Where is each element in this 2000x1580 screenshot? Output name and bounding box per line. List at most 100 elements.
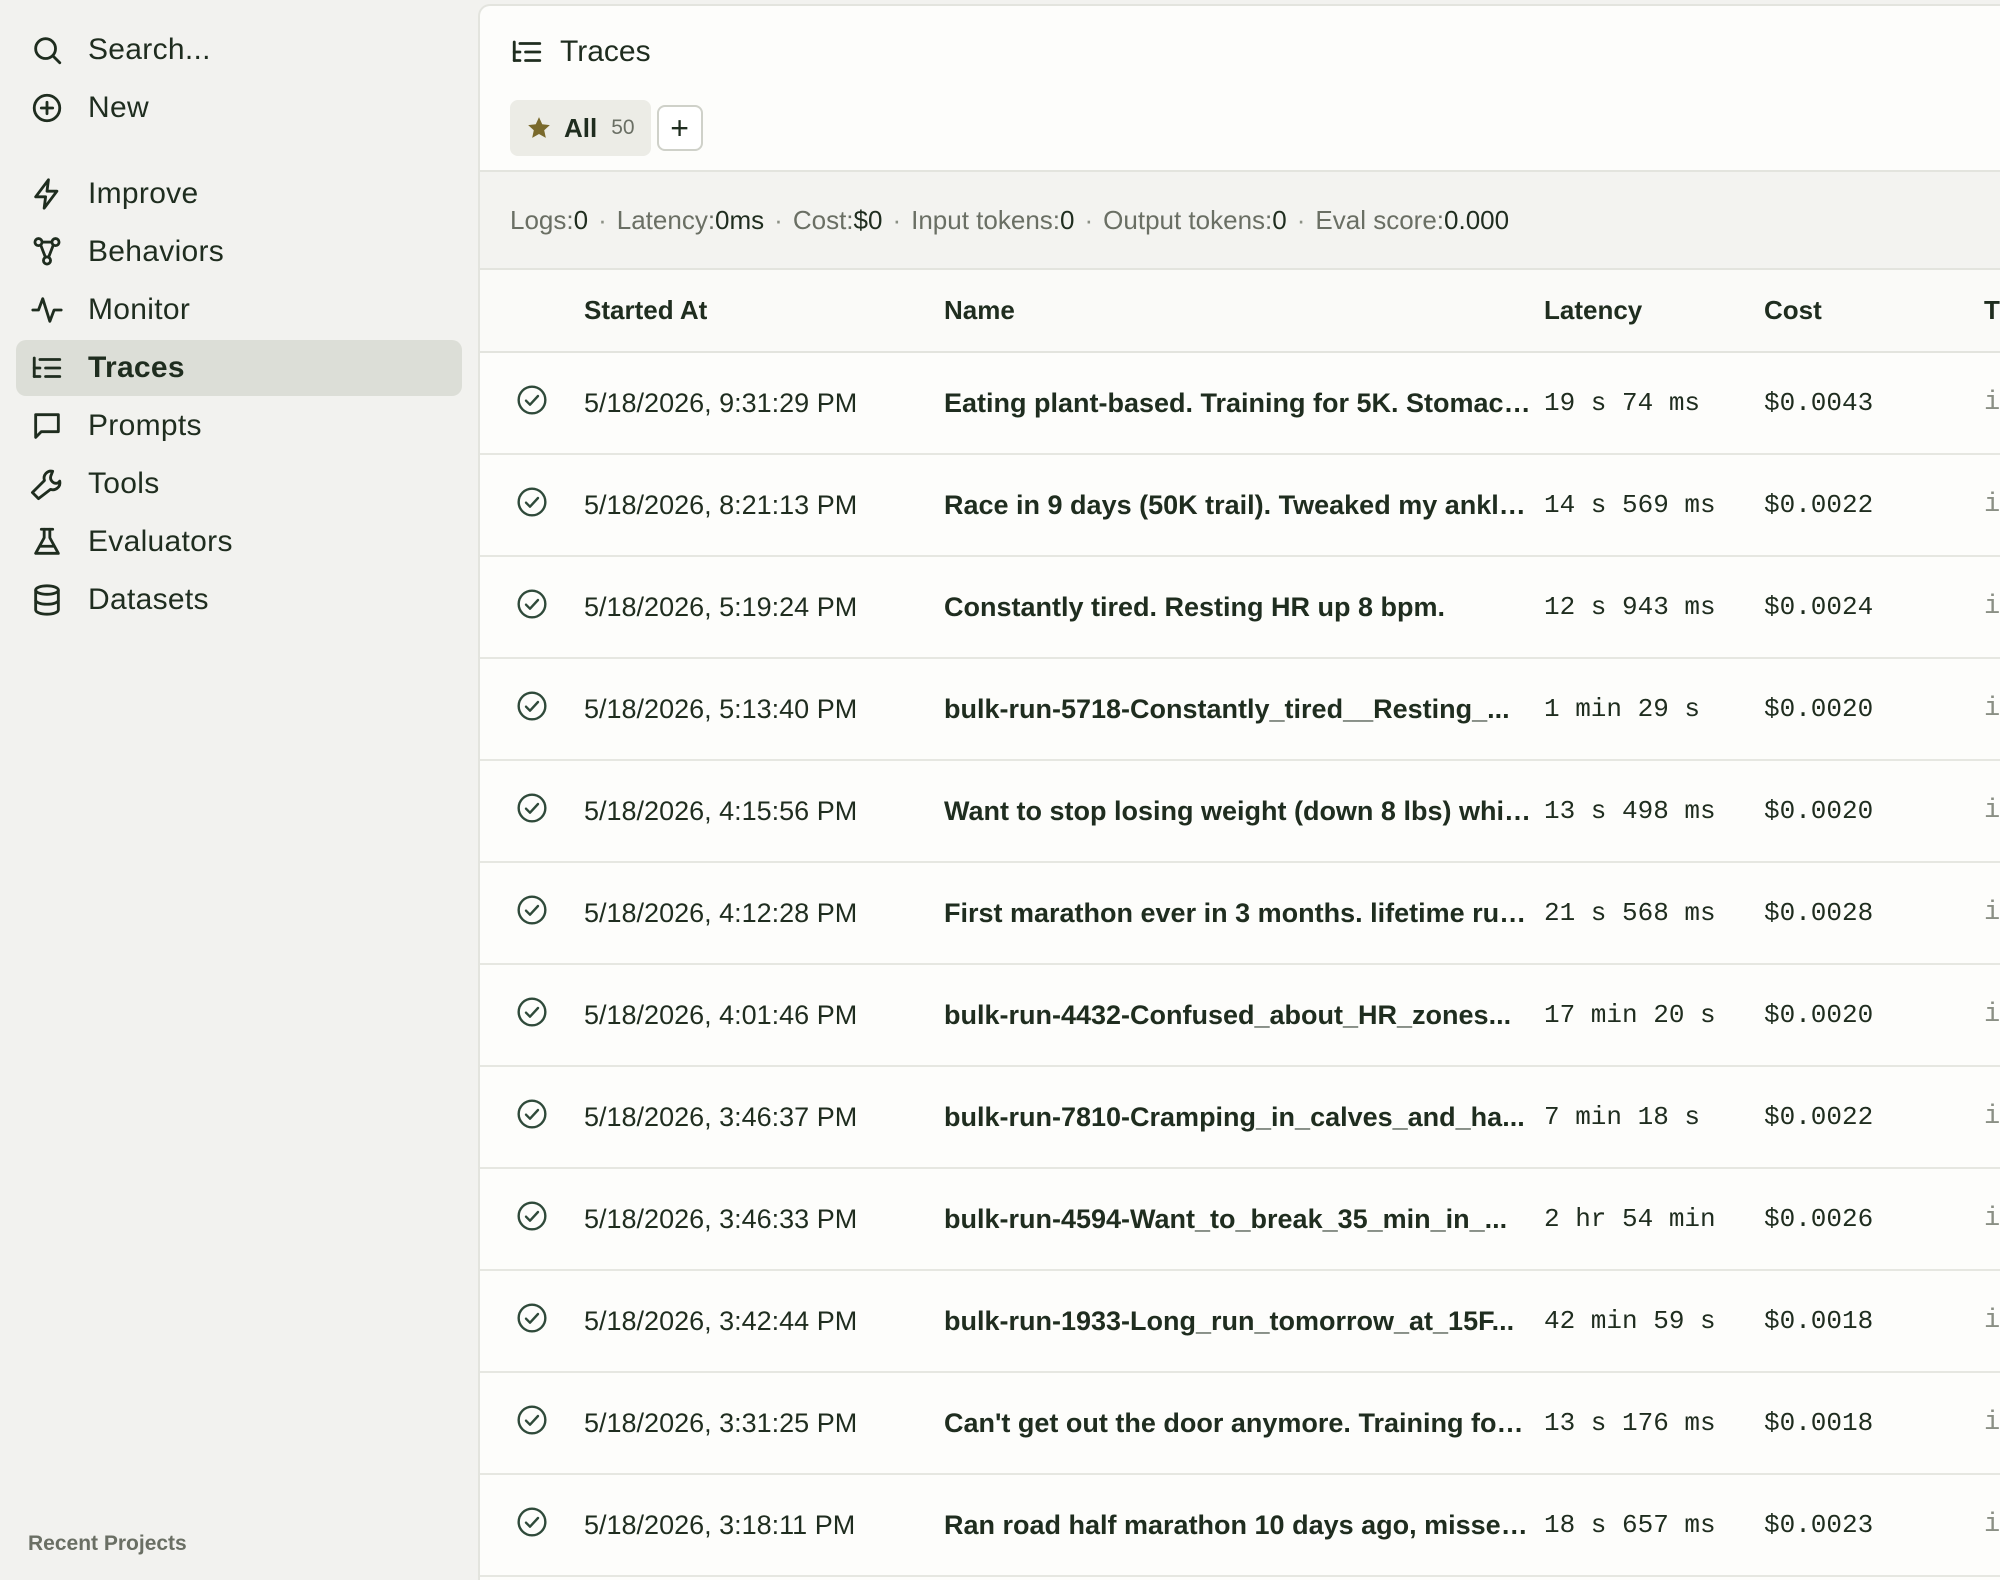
status-cell	[480, 556, 584, 658]
latency-cell: 12 s 943 ms	[1544, 592, 1716, 622]
sidebar-item-improve[interactable]: Improve	[16, 166, 462, 222]
new-label: New	[88, 91, 149, 124]
name-cell[interactable]: Race in 9 days (50K trail). Tweaked my a…	[944, 454, 1544, 556]
new-button[interactable]: New	[16, 80, 462, 136]
separator-dot: ·	[1084, 204, 1094, 235]
table-row[interactable]: 5/18/2026, 5:19:24 PM Constantly tired. R…	[480, 556, 2000, 658]
sidebar-item-behaviors[interactable]: Behaviors	[16, 224, 462, 280]
tab-label: All	[564, 112, 598, 143]
truncated-cell: i	[1984, 592, 2000, 622]
table-row[interactable]: 5/18/2026, 8:21:13 PM Race in 9 days (50K…	[480, 454, 2000, 556]
truncated-cell: i	[1984, 796, 2000, 826]
truncated-cell: i	[1984, 1510, 2000, 1540]
check-circle-icon	[516, 1200, 548, 1232]
truncated-cell: i	[1984, 1204, 2000, 1234]
table-row[interactable]: 5/18/2026, 3:31:25 PM Can't get out the d…	[480, 1372, 2000, 1474]
name-cell[interactable]: Want to stop losing weight (down 8 lbs) …	[944, 760, 1544, 862]
column-header-cost[interactable]: Cost	[1764, 270, 1984, 352]
started-at-cell: 5/18/2026, 4:01:46 PM	[584, 999, 858, 1030]
name-cell[interactable]: bulk-run-5718-Constantly_tired__Resting_…	[944, 658, 1544, 760]
name-cell[interactable]: bulk-run-4594-Want_to_break_35_min_in_..…	[944, 1168, 1544, 1270]
table-row[interactable]: 5/18/2026, 4:15:56 PM Want to stop losing…	[480, 760, 2000, 862]
status-cell	[480, 1168, 584, 1270]
latency-cell: 17 min 20 s	[1544, 1000, 1716, 1030]
truncated-cell: i	[1984, 1102, 2000, 1132]
table-header-row: Started At Name Latency Cost T	[480, 270, 2000, 352]
plus-circle-icon	[30, 91, 64, 125]
column-header-name[interactable]: Name	[944, 270, 1544, 352]
status-cell	[480, 1474, 584, 1576]
column-header-t[interactable]: T	[1984, 270, 2000, 352]
stat-latency-label: Latency:	[616, 204, 716, 235]
truncated-cell: i	[1984, 388, 2000, 418]
separator-dot: ·	[892, 204, 902, 235]
started-at-cell: 5/18/2026, 3:46:33 PM	[584, 1203, 858, 1234]
stat-eval-score-label: Eval score:	[1315, 204, 1445, 235]
started-at-cell: 5/18/2026, 3:42:44 PM	[584, 1305, 858, 1336]
table-row[interactable]: 5/18/2026, 3:42:44 PM bulk-run-1933-Long_…	[480, 1270, 2000, 1372]
table-row[interactable]: 5/18/2026, 9:31:29 PM Eating plant-based.…	[480, 352, 2000, 454]
column-header-started-at[interactable]: Started At	[584, 270, 944, 352]
sidebar-item-label: Prompts	[88, 409, 202, 442]
sidebar-item-traces[interactable]: Traces	[16, 340, 462, 396]
view-tabs: All 50 +	[480, 98, 2000, 158]
separator-dot: ·	[1296, 204, 1306, 235]
stat-output-tokens-label: Output tokens:	[1103, 204, 1273, 235]
name-cell[interactable]: bulk-run-7810-Cramping_in_calves_and_ha.…	[944, 1066, 1544, 1168]
truncated-cell: i	[1984, 490, 2000, 520]
check-circle-icon	[516, 894, 548, 926]
sidebar-item-label: Improve	[88, 177, 199, 210]
flask-icon	[30, 525, 64, 559]
stat-eval-score-value: 0.000	[1444, 204, 1510, 235]
search-icon	[30, 33, 64, 67]
table-row[interactable]: 5/18/2026, 4:01:46 PM bulk-run-4432-Confu…	[480, 964, 2000, 1066]
check-circle-icon	[516, 792, 548, 824]
cost-cell: $0.0020	[1764, 1000, 1874, 1030]
latency-cell: 1 min 29 s	[1544, 694, 1701, 724]
stat-input-tokens-value: 0	[1060, 204, 1075, 235]
add-view-button[interactable]: +	[656, 105, 703, 151]
name-cell[interactable]: Eating plant-based. Training for 5K. Sto…	[944, 352, 1544, 454]
tab-all[interactable]: All 50	[510, 100, 651, 156]
started-at-cell: 5/18/2026, 4:12:28 PM	[584, 897, 858, 928]
tab-count: 50	[611, 116, 635, 139]
check-circle-icon	[516, 1302, 548, 1334]
check-circle-icon	[516, 1506, 548, 1538]
name-cell[interactable]: Ran road half marathon 10 days ago, miss…	[944, 1474, 1544, 1576]
cost-cell: $0.0043	[1764, 388, 1874, 418]
sidebar-item-label: Traces	[88, 351, 185, 384]
sidebar-item-datasets[interactable]: Datasets	[16, 572, 462, 628]
started-at-cell: 5/18/2026, 3:18:11 PM	[584, 1509, 856, 1540]
sidebar-item-label: Evaluators	[88, 525, 233, 558]
stat-cost-value: $0	[853, 204, 883, 235]
list-tree-icon	[30, 351, 64, 385]
sidebar-item-prompts[interactable]: Prompts	[16, 398, 462, 454]
name-cell[interactable]: Can't get out the door anymore. Training…	[944, 1372, 1544, 1474]
table-row[interactable]: 5/18/2026, 3:18:11 PM Ran road half marat…	[480, 1474, 2000, 1576]
status-cell	[480, 964, 584, 1066]
database-icon	[30, 583, 64, 617]
search-button[interactable]: Search...	[16, 22, 462, 78]
name-cell[interactable]: First marathon ever in 3 months. lifetim…	[944, 862, 1544, 964]
table-row[interactable]: 5/18/2026, 3:46:37 PM bulk-run-7810-Cramp…	[480, 1066, 2000, 1168]
page-title: Traces	[560, 35, 651, 68]
wrench-icon	[30, 467, 64, 501]
traces-table: Started At Name Latency Cost T 5/18/2026…	[480, 270, 2000, 1577]
status-cell	[480, 1270, 584, 1372]
column-header-latency[interactable]: Latency	[1544, 270, 1764, 352]
name-cell[interactable]: bulk-run-1933-Long_run_tomorrow_at_15F..…	[944, 1270, 1544, 1372]
name-cell[interactable]: Constantly tired. Resting HR up 8 bpm.	[944, 556, 1544, 658]
sidebar-item-monitor[interactable]: Monitor	[16, 282, 462, 338]
plus-icon: +	[670, 109, 689, 146]
check-circle-icon	[516, 690, 548, 722]
sidebar-item-label: Monitor	[88, 293, 191, 326]
table-row[interactable]: 5/18/2026, 5:13:40 PM bulk-run-5718-Const…	[480, 658, 2000, 760]
cost-cell: $0.0024	[1764, 592, 1874, 622]
sidebar-item-evaluators[interactable]: Evaluators	[16, 514, 462, 570]
table-row[interactable]: 5/18/2026, 4:12:28 PM First marathon ever…	[480, 862, 2000, 964]
name-cell[interactable]: bulk-run-4432-Confused_about_HR_zones...	[944, 964, 1544, 1066]
status-cell	[480, 1372, 584, 1474]
check-circle-icon	[516, 1098, 548, 1130]
sidebar-item-tools[interactable]: Tools	[16, 456, 462, 512]
table-row[interactable]: 5/18/2026, 3:46:33 PM bulk-run-4594-Want_…	[480, 1168, 2000, 1270]
